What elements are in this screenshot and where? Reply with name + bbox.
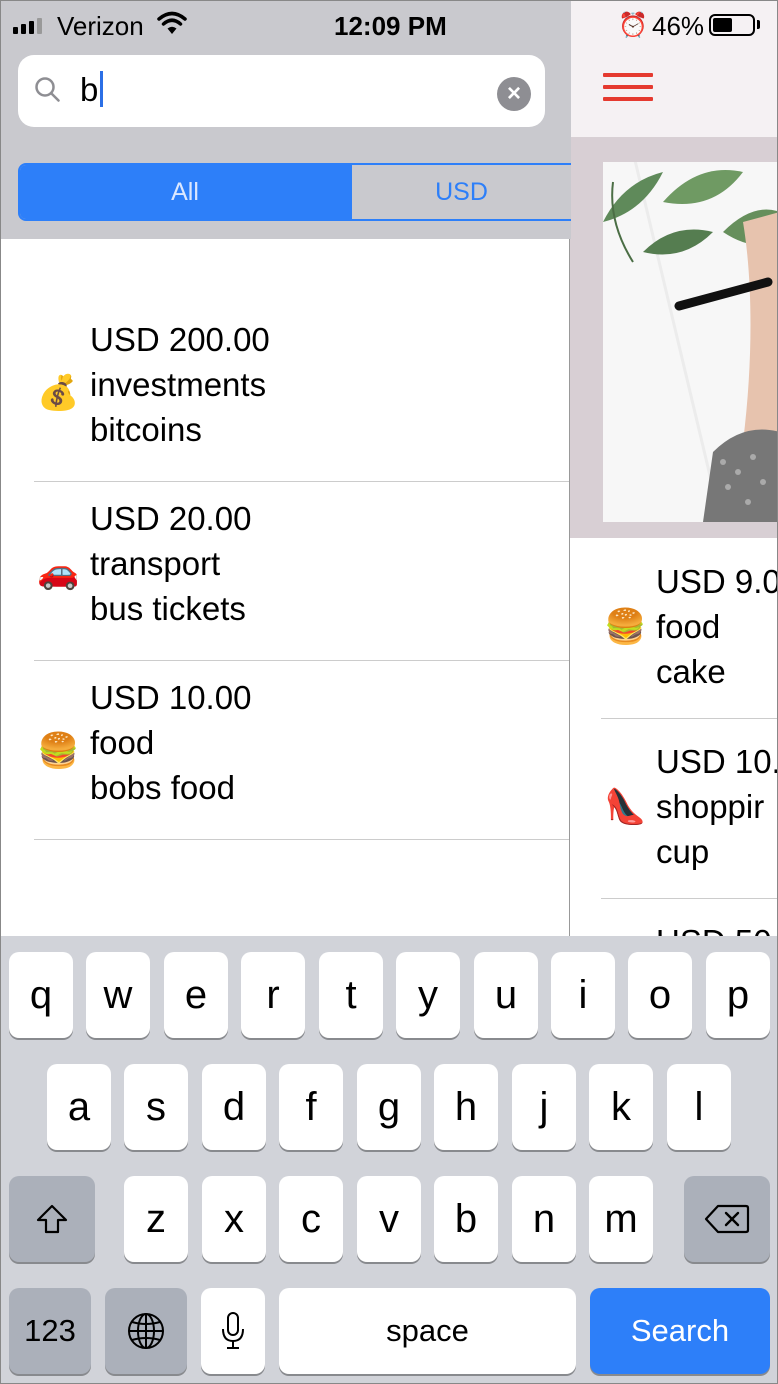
cellular-signal-icon [13,18,42,34]
dictation-key[interactable] [201,1288,265,1374]
item-description: cup [656,833,710,870]
key-o[interactable]: o [628,952,692,1038]
background-app: 🍔 USD 9.0 food cake 👠 USD 10. shoppir cu… [569,1,778,939]
key-v[interactable]: v [357,1176,421,1262]
key-q[interactable]: q [9,952,73,1038]
alarm-icon: ⏰ [618,12,648,39]
result-row[interactable]: 🚗 USD 20.00 transport bus tickets [34,482,569,661]
item-amount: USD 10. [656,743,778,780]
item-category: shoppir [656,788,765,825]
carrier-name: Verizon [57,11,144,41]
background-list-item[interactable]: 🍔 USD 9.0 food cake [601,539,778,719]
key-j[interactable]: j [512,1064,576,1150]
scope-tab-all[interactable]: All [20,165,350,219]
magnifying-glass-icon [35,77,60,102]
key-w[interactable]: w [86,952,150,1038]
money-bag-icon: 💰 [37,374,80,412]
key-f[interactable]: f [279,1064,343,1150]
background-list-item[interactable]: 👠 USD 10. shoppir cup [601,719,778,899]
result-amount: USD 10.00 [90,679,252,716]
key-b[interactable]: b [434,1176,498,1262]
key-l[interactable]: l [667,1064,731,1150]
hero-image [603,162,777,522]
shift-icon [36,1204,68,1234]
key-m[interactable]: m [589,1176,653,1262]
search-key[interactable]: Search [590,1288,770,1374]
result-amount: USD 20.00 [90,500,252,537]
car-icon: 🚗 [37,553,80,591]
wifi-icon [157,11,187,34]
result-category: food [90,724,155,761]
result-description: bus tickets [90,590,246,627]
text-cursor [100,71,104,107]
key-i[interactable]: i [551,952,615,1038]
clock-time: 12:09 PM [334,11,447,41]
key-r[interactable]: r [241,952,305,1038]
space-key[interactable]: space [279,1288,576,1374]
on-screen-keyboard: q w e r t y u i o p a s d f g h j k l z … [1,936,777,1383]
battery-percent: 46% [652,11,705,41]
high-heel-icon: 👠 [604,788,647,826]
clear-x-icon[interactable]: × [497,77,531,111]
globe-icon [128,1313,164,1349]
battery-icon [709,14,755,36]
background-list-item[interactable]: USD 50 [601,899,777,939]
key-z[interactable]: z [124,1176,188,1262]
key-g[interactable]: g [357,1064,421,1150]
result-row[interactable]: 🍔 USD 10.00 food bobs food [34,661,569,840]
key-s[interactable]: s [124,1064,188,1150]
burger-icon: 🍔 [604,608,647,646]
key-n[interactable]: n [512,1176,576,1262]
burger-icon: 🍔 [37,732,80,770]
item-amount: USD 9.0 [656,563,778,600]
result-row[interactable]: 💰 USD 200.00 investments bitcoins [34,303,569,482]
result-category: investments [90,366,267,403]
status-bar: Verizon 12:09 PM ⏰ 46% [1,1,777,51]
key-k[interactable]: k [589,1064,653,1150]
result-description: bobs food [90,769,235,806]
phone-screen: 🍔 USD 9.0 food cake 👠 USD 10. shoppir cu… [0,0,778,1384]
battery-tip [757,20,760,29]
result-description: bitcoins [90,411,202,448]
hero-banner [570,138,777,538]
search-query-text: b [80,71,99,108]
item-description: cake [656,653,726,690]
key-a[interactable]: a [47,1064,111,1150]
key-p[interactable]: p [706,952,770,1038]
numbers-key[interactable]: 123 [9,1288,91,1374]
key-h[interactable]: h [434,1064,498,1150]
backspace-icon [704,1204,750,1234]
key-u[interactable]: u [474,952,538,1038]
globe-key[interactable] [105,1288,187,1374]
key-t[interactable]: t [319,952,383,1038]
search-results-list: 💰 USD 200.00 investments bitcoins 🚗 USD … [1,239,569,939]
scope-tab-usd[interactable]: USD [350,165,571,219]
key-x[interactable]: x [202,1176,266,1262]
search-input[interactable]: b × [18,55,545,127]
hero-photo-illustration [603,162,777,522]
microphone-icon [222,1312,244,1349]
scope-segmented-control: All USD [18,163,571,221]
key-d[interactable]: d [202,1064,266,1150]
key-e[interactable]: e [164,952,228,1038]
result-category: transport [90,545,221,582]
key-c[interactable]: c [279,1176,343,1262]
delete-key[interactable] [684,1176,770,1262]
result-amount: USD 200.00 [90,321,270,358]
shift-key[interactable] [9,1176,95,1262]
item-category: food [656,608,721,645]
hamburger-menu-icon[interactable] [603,73,653,109]
key-y[interactable]: y [396,952,460,1038]
